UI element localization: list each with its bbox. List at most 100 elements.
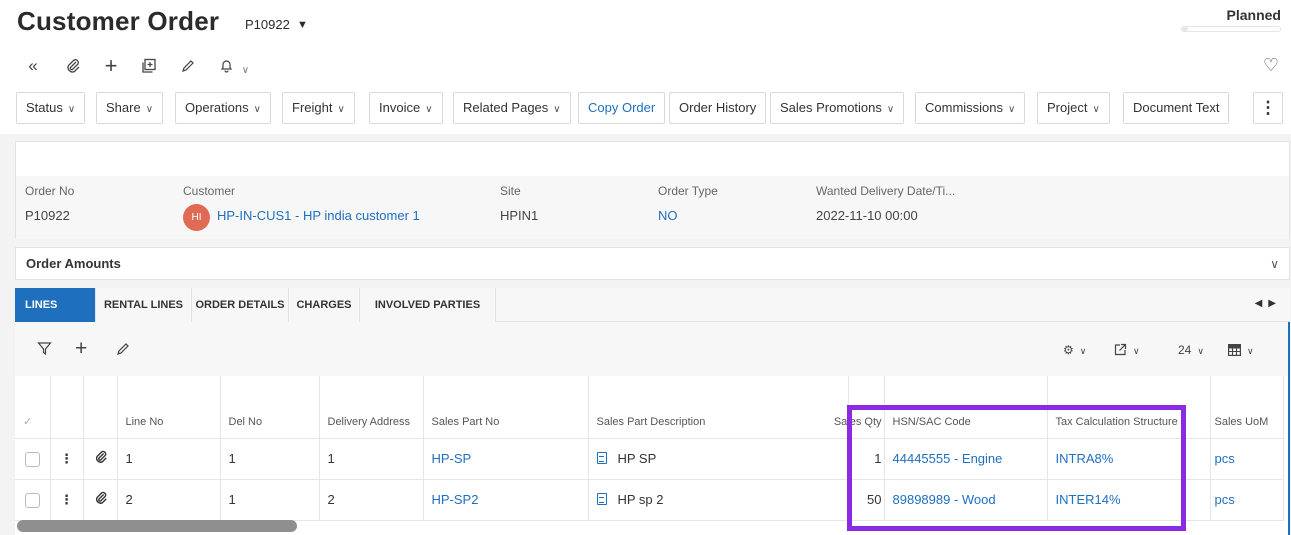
status-button[interactable]: Status ∨ [16, 92, 86, 124]
copy-order-button[interactable]: Copy Order [578, 92, 666, 124]
cell-del-no: 1 [220, 479, 320, 521]
invoice-button-label: Invoice [379, 100, 421, 115]
row-menu-icon[interactable]: ⋮ [50, 479, 84, 521]
status-button-label: Status [26, 100, 63, 115]
wanted-delivery-value: 2022-11-10 00:00 [816, 208, 918, 223]
tab-order-details[interactable]: ORDER DETAILS [192, 288, 289, 322]
cell-sales-part-no-link[interactable]: HP-SP [423, 438, 589, 480]
tab-rental-lines[interactable]: RENTAL LINES [96, 288, 192, 322]
copy-order-button-label: Copy Order [588, 100, 656, 115]
cell-hsn-sac-code-link[interactable]: 44445555 - Engine [884, 438, 1048, 480]
column-header-del-no[interactable]: Del No [220, 376, 320, 439]
status-progress-fill [1182, 27, 1188, 31]
cell-sales-qty: 50 [848, 479, 885, 521]
sales-part-description-text: HP sp 2 [617, 492, 664, 507]
gear-icon[interactable]: ⚙ ∨ [1063, 343, 1086, 357]
related-pages-button[interactable]: Related Pages ∨ [453, 92, 571, 124]
site-value: HPIN1 [500, 208, 539, 223]
more-options-button[interactable]: ⋮ [1253, 92, 1283, 124]
order-id[interactable]: P10922 [245, 17, 290, 32]
double-chevron-left-icon[interactable]: « [20, 53, 46, 79]
invoice-button[interactable]: Invoice ∨ [369, 92, 443, 124]
cell-tax-calculation-structure-link[interactable]: INTER14% [1047, 479, 1211, 521]
site-label: Site [500, 184, 521, 198]
column-header-delivery-address[interactable]: Delivery Address [319, 376, 424, 439]
chevron-down-icon[interactable]: ∨ [1270, 257, 1279, 271]
paperclip-icon[interactable] [83, 438, 118, 480]
duplicate-icon[interactable] [136, 53, 162, 79]
select-all-header[interactable]: ✓ [15, 376, 51, 439]
commissions-button[interactable]: Commissions ∨ [915, 92, 1026, 124]
cell-sales-uom-link[interactable]: pcs [1210, 438, 1284, 480]
column-header-line-no[interactable]: Line No [117, 376, 221, 439]
pencil-icon[interactable] [116, 341, 130, 361]
cell-tax-calculation-structure-link[interactable]: INTRA8% [1047, 438, 1211, 480]
plus-icon[interactable]: + [98, 53, 124, 79]
chevron-down-icon: ∨ [425, 104, 433, 115]
sales-part-description-text: HP SP [617, 451, 657, 466]
order-dropdown-icon[interactable]: ▼ [297, 19, 308, 31]
horizontal-scrollbar[interactable] [17, 520, 297, 532]
customer-link[interactable]: HP-IN-CUS1 - HP india customer 1 [217, 208, 420, 223]
operations-button-label: Operations [185, 100, 249, 115]
document-text-button[interactable]: Document Text [1123, 92, 1230, 124]
wanted-delivery-label: Wanted Delivery Date/Ti... [816, 184, 956, 198]
column-header-sales-part-description[interactable]: Sales Part Description [588, 376, 849, 439]
lines-grid-panel: + ⚙ ∨ ∨ 24 ∨ ∨ ✓ Line No Del No Delivery… [15, 322, 1290, 535]
pencil-icon[interactable] [175, 53, 201, 79]
project-button[interactable]: Project ∨ [1037, 92, 1110, 124]
document-icon[interactable] [596, 493, 607, 505]
customer-label: Customer [183, 184, 236, 198]
row-menu-header [50, 376, 84, 439]
grid-toolbar: + ⚙ ∨ ∨ 24 ∨ ∨ [15, 322, 1288, 376]
page-size-select[interactable]: 24 ∨ [1178, 343, 1204, 357]
freight-button[interactable]: Freight ∨ [282, 92, 355, 124]
order-type-link[interactable]: NO [658, 208, 678, 223]
tab-scroll-arrows-icon[interactable]: ◀▶ [1255, 298, 1282, 309]
tab-lines[interactable]: LINES [15, 288, 96, 322]
cell-hsn-sac-code-link[interactable]: 89898989 - Wood [884, 479, 1048, 521]
tab-bar: LINES RENTAL LINES ORDER DETAILS CHARGES… [15, 288, 1290, 322]
tab-involved-parties[interactable]: INVOLVED PARTIES [360, 288, 496, 322]
export-icon[interactable]: ∨ [1114, 343, 1140, 357]
column-header-sales-uom[interactable]: Sales UoM [1210, 376, 1284, 439]
operations-button[interactable]: Operations ∨ [175, 92, 271, 124]
filter-icon[interactable] [37, 341, 52, 361]
row-checkbox-cell[interactable] [15, 479, 51, 521]
cell-sales-part-description: HP SP [588, 438, 849, 480]
row-menu-icon[interactable]: ⋮ [50, 438, 84, 480]
bell-icon[interactable]: ∨ [213, 53, 255, 79]
row-checkbox-cell[interactable] [15, 438, 51, 480]
cell-sales-part-no-link[interactable]: HP-SP2 [423, 479, 589, 521]
column-header-sales-qty[interactable]: Sales Qty [834, 376, 885, 439]
chevron-down-icon: ∨ [553, 104, 561, 115]
row-checkbox[interactable] [25, 451, 40, 467]
document-icon[interactable] [596, 452, 607, 464]
cell-line-no: 2 [117, 479, 221, 521]
order-history-button-label: Order History [679, 100, 757, 115]
paperclip-icon[interactable] [60, 53, 86, 79]
plus-icon[interactable]: + [75, 337, 87, 361]
order-amounts-label: Order Amounts [26, 256, 121, 271]
column-header-tax-calculation-structure[interactable]: Tax Calculation Structure [1047, 376, 1211, 439]
cell-delivery-address: 2 [319, 479, 424, 521]
order-history-button[interactable]: Order History [669, 92, 767, 124]
column-header-hsn-sac-code[interactable]: HSN/SAC Code [884, 376, 1048, 439]
heart-icon[interactable]: ♡ [1263, 55, 1279, 76]
share-button[interactable]: Share ∨ [96, 92, 164, 124]
cell-sales-part-description: HP sp 2 [588, 479, 849, 521]
tab-charges[interactable]: CHARGES [289, 288, 360, 322]
status-progress-bar [1181, 26, 1281, 32]
column-header-sales-part-no[interactable]: Sales Part No [423, 376, 589, 439]
cell-line-no: 1 [117, 438, 221, 480]
row-checkbox[interactable] [25, 492, 40, 508]
order-amounts-section[interactable]: Order Amounts ∨ [15, 247, 1290, 280]
order-header-card: Order No P10922 Customer HI HP-IN-CUS1 -… [15, 141, 1290, 239]
sales-promotions-button[interactable]: Sales Promotions ∨ [770, 92, 905, 124]
chevron-down-icon: ∨ [145, 104, 154, 115]
table-view-icon[interactable]: ∨ [1228, 343, 1254, 357]
paperclip-icon[interactable] [83, 479, 118, 521]
table-row[interactable]: ⋮ 2 1 2 HP-SP2 HP sp 2 50 89898989 - Woo… [15, 479, 1284, 521]
cell-sales-uom-link[interactable]: pcs [1210, 479, 1284, 521]
table-row[interactable]: ⋮ 1 1 1 HP-SP HP SP 1 44445555 - Engine … [15, 438, 1284, 480]
